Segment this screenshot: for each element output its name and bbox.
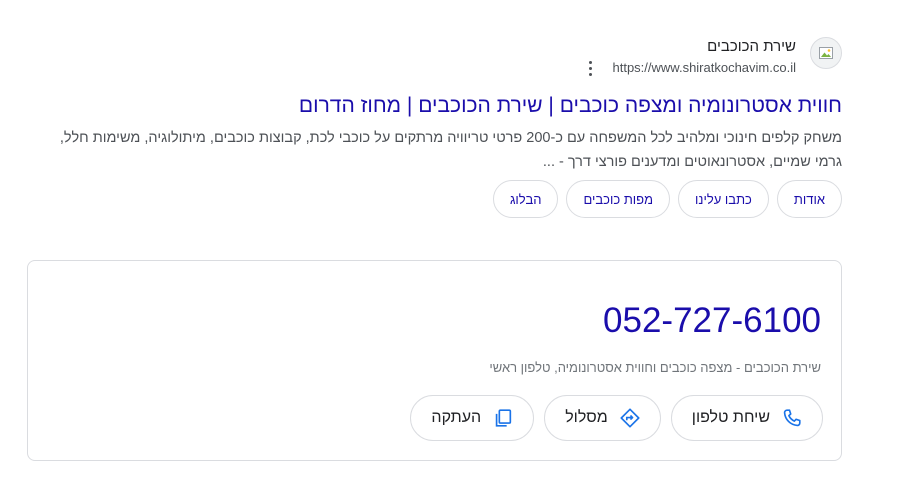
three-dots-vertical-icon[interactable] <box>582 59 598 77</box>
phone-icon <box>780 406 804 430</box>
sitelink-blog[interactable]: הבלוג <box>492 180 559 218</box>
directions-icon <box>618 406 642 430</box>
phone-actions: שיחת טלפון מסלול העתקה <box>410 395 823 441</box>
copy-button-label: העתקה <box>431 409 482 426</box>
search-result: שירת הכוכבים https://www.shiratkochavim.… <box>42 30 842 218</box>
search-results-page: שירת הכוכבים https://www.shiratkochavim.… <box>0 0 917 498</box>
site-url-row: https://www.shiratkochavim.co.il <box>582 59 796 77</box>
site-text: שירת הכוכבים https://www.shiratkochavim.… <box>582 37 796 77</box>
site-name: שירת הכוכבים <box>707 38 796 55</box>
sitelink-about[interactable]: אודות <box>776 180 842 218</box>
sitelink-press[interactable]: כתבו עלינו <box>678 180 769 218</box>
sitelink-star-maps[interactable]: מפות כוכבים <box>566 180 671 218</box>
sitelinks: אודות כתבו עלינו מפות כוכבים הבלוג <box>42 180 842 218</box>
site-header[interactable]: שירת הכוכבים https://www.shiratkochavim.… <box>42 30 842 84</box>
directions-button[interactable]: מסלול <box>544 395 661 441</box>
result-title-link[interactable]: חווית אסטרונומיה ומצפה כוכבים | שירת הכו… <box>42 93 842 119</box>
copy-icon <box>491 406 515 430</box>
call-button-label: שיחת טלפון <box>691 409 770 426</box>
phone-number-link[interactable]: 052-727-6100 <box>603 299 821 343</box>
phone-description: שירת הכוכבים - מצפה כוכבים וחווית אסטרונ… <box>489 360 821 375</box>
directions-button-label: מסלול <box>565 409 608 426</box>
call-button[interactable]: שיחת טלפון <box>670 395 823 441</box>
phone-card: 052-727-6100 שירת הכוכבים - מצפה כוכבים … <box>27 260 842 461</box>
site-url: https://www.shiratkochavim.co.il <box>612 60 796 75</box>
copy-button[interactable]: העתקה <box>410 395 535 441</box>
result-snippet: משחק קלפים חינוכי ומלהיב לכל המשפחה עם כ… <box>59 130 842 170</box>
broken-image-icon <box>810 37 842 69</box>
